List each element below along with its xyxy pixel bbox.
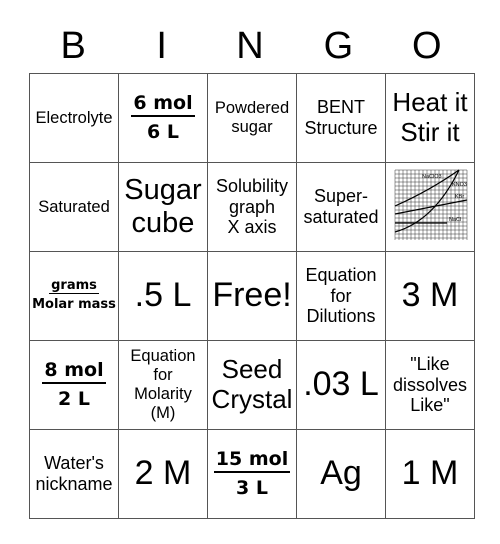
bingo-row: grams Molar mass .5 L Free! Equation for Di… [29,251,475,341]
graph-gridlines [394,169,468,240]
bingo-cell[interactable]: 15 mol 3 L [207,429,297,519]
fraction: 6 mol 6 L [120,92,207,144]
cell-text: Sugar [124,173,202,206]
bingo-cell[interactable]: Solubility graph X axis [207,162,297,252]
cell-text: Crystal [211,384,293,414]
fraction-denominator: 6 L [147,120,179,143]
bingo-cell[interactable]: BENT Structure [296,73,386,163]
fraction-numerator: 8 mol [42,359,106,384]
bingo-cell[interactable]: NaClO3 KNO3 KBr NaCl [385,162,475,252]
cell-text: Equation [130,347,196,366]
cell-text: dissolves [392,374,468,395]
cell-text: saturated [303,207,379,227]
bingo-cell[interactable]: 6 mol 6 L [118,73,208,163]
graph-labels: NaClO3 KNO3 KBr NaCl [422,174,467,223]
cell-text: Powdered [214,99,290,118]
fraction-denominator: Molar mass [32,297,116,313]
bingo-card: Electrolyte 6 mol 6 L Powdered sugar BENT S… [29,73,475,519]
bingo-cell[interactable]: Ag [296,429,386,519]
label-kno3: KNO3 [452,182,467,188]
cell-text: Saturated [38,197,110,216]
fraction-numerator: 15 mol [213,448,291,473]
bingo-cell[interactable]: Water's nickname [29,429,119,519]
cell-text: Super- [313,186,369,207]
bingo-cell[interactable]: Equation for Dilutions [296,251,386,341]
bingo-cell[interactable]: 3 M [385,251,475,341]
cell-text: Structure [304,118,378,138]
bingo-cell[interactable]: 8 mol 2 L [29,340,119,430]
fraction: 15 mol 3 L [209,448,296,500]
cell-text: sugar [231,118,273,136]
cell-text: Like" [410,395,450,416]
label-kbr: KBr [455,194,464,200]
cell-text: 3 M [401,276,459,315]
cell-text: .5 L [134,276,192,315]
bingo-cell[interactable]: 1 M [385,429,475,519]
cell-text: Dilutions [306,306,376,327]
label-naclo3: NaClO3 [422,174,442,180]
cell-text: .03 L [303,365,379,404]
bingo-cell[interactable]: Seed Crystal [207,340,297,430]
cell-text: X axis [227,217,277,238]
fraction-numerator: grams [49,277,99,295]
header-letter-b: B [60,25,86,67]
cell-text: for [330,285,352,306]
cell-text: Molarity [134,385,192,403]
bingo-header: B I N G O [29,20,471,72]
fraction-numerator: 6 mol [131,92,195,117]
cell-text: Electrolyte [35,108,113,127]
label-nacl: NaCl [449,217,461,223]
bingo-row: Electrolyte 6 mol 6 L Powdered sugar BENT S… [29,73,475,163]
cell-text: for [153,366,173,385]
bingo-cell[interactable]: 2 M [118,429,208,519]
bingo-row: Saturated Sugar cube Solubility graph X axi… [29,162,475,252]
cell-text: "Like [410,353,450,374]
cell-text: Seed [221,354,283,385]
cell-text: Ag [320,454,362,493]
cell-text: Heat it [392,87,468,118]
bingo-row: Water's nickname 2 M 15 mol 3 L Ag 1 M [29,429,475,519]
bingo-cell[interactable]: Equation for Molarity (M) [118,340,208,430]
fraction: 8 mol 2 L [31,359,118,411]
free-space-text: Free! [212,276,292,315]
bingo-cell[interactable]: grams Molar mass [29,251,119,341]
bingo-cell[interactable]: Powdered sugar [207,73,297,163]
bingo-row: 8 mol 2 L Equation for Molarity (M) Seed Crys… [29,340,475,430]
fraction: grams Molar mass [31,277,118,314]
bingo-cell[interactable]: Saturated [29,162,119,252]
cell-text: BENT [316,97,365,118]
cell-text: 1 M [401,454,459,493]
bingo-cell[interactable]: Super-saturated [296,162,386,252]
cell-text: Water's [44,453,104,474]
cell-text: Stir it [400,117,460,147]
header-letter-g: G [323,25,354,67]
bingo-cell[interactable]: Electrolyte [29,73,119,163]
bingo-cell[interactable]: Heat it Stir it [385,73,475,163]
bingo-cell[interactable]: .5 L [118,251,208,341]
bingo-cell[interactable]: .03 L [296,340,386,430]
solubility-graph-image: NaClO3 KNO3 KBr NaCl [394,169,468,240]
cell-text: (M) [150,403,176,422]
fraction-denominator: 2 L [58,387,90,410]
cell-text: cube [131,207,195,239]
header-letter-o: O [412,25,442,67]
header-letter-i: I [156,25,167,67]
bingo-cell[interactable]: "Like dissolves Like" [385,340,475,430]
fraction-denominator: 3 L [236,476,268,499]
cell-text: nickname [35,474,113,494]
cell-text: Solubility [215,175,289,196]
cell-text: graph [228,196,276,217]
cell-text: 2 M [134,454,192,493]
cell-text: Equation [305,264,377,285]
bingo-cell free-space[interactable]: Free! [207,251,297,341]
header-letter-n: N [236,25,264,67]
bingo-cell[interactable]: Sugar cube [118,162,208,252]
